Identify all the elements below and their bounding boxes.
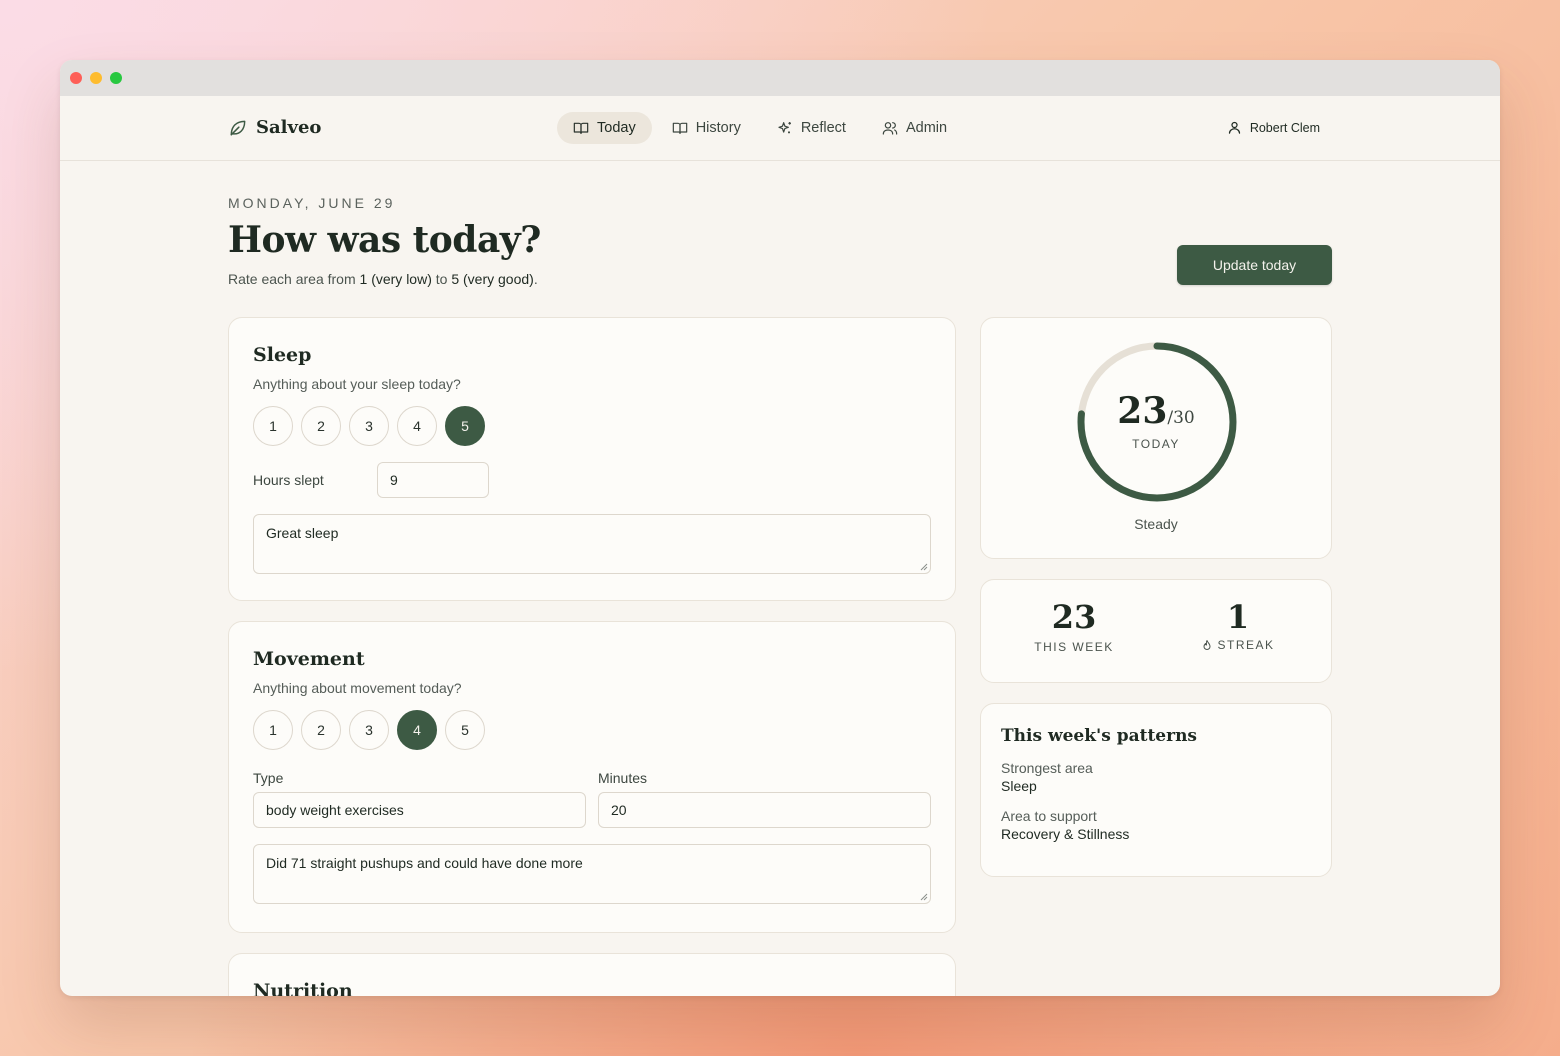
movement-rating-4[interactable]: 4 (397, 710, 437, 750)
nutrition-card: Nutrition (228, 953, 956, 996)
leaf-icon (230, 120, 246, 135)
resize-grip-icon[interactable] (920, 563, 928, 571)
page-subtitle: Rate each area from 1 (very low) to 5 (v… (228, 271, 1332, 287)
movement-type-label: Type (253, 770, 284, 786)
nav-tab-admin[interactable]: Admin (866, 112, 963, 144)
score-status: Steady (1134, 516, 1178, 532)
update-today-button[interactable]: Update today (1177, 245, 1332, 285)
nav-tab-label: Admin (905, 120, 948, 136)
sleep-rating-5[interactable]: 5 (445, 406, 485, 446)
scale-low-label: 1 (very low) (359, 271, 432, 287)
sleep-note-text: Great sleep (266, 525, 339, 541)
score-max: /30 (1167, 408, 1195, 428)
movement-rating-5[interactable]: 5 (445, 710, 485, 750)
movement-card: Movement Anything about movement today? … (228, 621, 956, 933)
movement-minutes-label: Minutes (598, 770, 648, 786)
maximize-window-button[interactable] (110, 72, 122, 84)
streak-label-row: STREAK (1163, 638, 1313, 652)
weekly-patterns-card: This week's patterns Strongest area Slee… (980, 703, 1332, 877)
sparkles-icon (778, 122, 791, 134)
movement-type-input[interactable]: body weight exercises (253, 792, 586, 828)
score-label: TODAY (1132, 437, 1180, 451)
resize-grip-icon[interactable] (920, 893, 928, 901)
subtitle-text: to (431, 271, 452, 287)
book-open-icon (573, 122, 589, 134)
strongest-area-value: Sleep (1001, 778, 1037, 794)
window-titlebar (60, 60, 1500, 96)
movement-title: Movement (253, 648, 365, 670)
sleep-title: Sleep (253, 344, 312, 366)
close-window-button[interactable] (70, 72, 82, 84)
sleep-rating-2[interactable]: 2 (301, 406, 341, 446)
nav-tab-label: Reflect (800, 120, 846, 136)
movement-note-textarea[interactable]: Did 71 straight pushups and could have d… (253, 844, 931, 904)
user-menu[interactable]: Robert Clem (1227, 120, 1320, 135)
sleep-rating-1[interactable]: 1 (253, 406, 293, 446)
nav-tab-label: History (695, 120, 741, 136)
week-score-value: 23 (1051, 598, 1097, 636)
nav-tab-label: Today (597, 120, 636, 136)
minimize-window-button[interactable] (90, 72, 102, 84)
sleep-rating-group: 1 2 3 4 5 (253, 406, 931, 446)
top-navigation: Salveo Today History Reflect Admin Rober… (60, 96, 1500, 161)
streak-value: 1 (1226, 598, 1250, 636)
movement-rating-1[interactable]: 1 (253, 710, 293, 750)
sleep-rating-4[interactable]: 4 (397, 406, 437, 446)
movement-note-text: Did 71 straight pushups and could have d… (266, 855, 583, 871)
user-icon (1228, 121, 1240, 134)
sleep-note-textarea[interactable]: Great sleep (253, 514, 931, 574)
brand-logo[interactable]: Salveo (228, 117, 321, 138)
sleep-prompt: Anything about your sleep today? (253, 376, 461, 392)
book-open-icon (672, 122, 687, 134)
users-icon (882, 122, 898, 135)
movement-rating-group: 1 2 3 4 5 (253, 710, 931, 750)
brand-name: Salveo (256, 117, 322, 138)
support-area-label: Area to support (1001, 808, 1097, 824)
patterns-title: This week's patterns (1001, 726, 1198, 746)
app-window: Salveo Today History Reflect Admin Rober… (60, 60, 1500, 996)
stats-card: 23 THIS WEEK 1 STREAK (980, 579, 1332, 683)
streak-label: STREAK (1217, 638, 1275, 652)
user-name: Robert Clem (1249, 120, 1320, 135)
scale-high-label: 5 (very good) (451, 271, 534, 287)
score-value: 23 (1117, 390, 1168, 432)
subtitle-text: Rate each area from (228, 271, 360, 287)
page-title: How was today? (228, 219, 541, 261)
flame-icon (1203, 639, 1211, 650)
nav-tab-history[interactable]: History (656, 112, 757, 144)
movement-rating-3[interactable]: 3 (349, 710, 389, 750)
nutrition-title: Nutrition (253, 980, 353, 996)
movement-rating-2[interactable]: 2 (301, 710, 341, 750)
hours-slept-input[interactable]: 9 (377, 462, 489, 498)
main-content: MONDAY, JUNE 29 How was today? Rate each… (228, 161, 1332, 996)
sleep-card: Sleep Anything about your sleep today? 1… (228, 317, 956, 601)
nav-tab-reflect[interactable]: Reflect (761, 112, 862, 144)
nav-tab-today[interactable]: Today (557, 112, 652, 144)
movement-prompt: Anything about movement today? (253, 680, 462, 696)
movement-minutes-input[interactable]: 20 (598, 792, 931, 828)
current-date: MONDAY, JUNE 29 (228, 195, 396, 211)
week-score-label: THIS WEEK (1034, 640, 1114, 654)
strongest-area-label: Strongest area (1001, 760, 1093, 776)
support-area-value: Recovery & Stillness (1001, 826, 1130, 842)
sleep-rating-3[interactable]: 3 (349, 406, 389, 446)
daily-score-card: 23/30 TODAY Steady (980, 317, 1332, 559)
main-nav-tabs: Today History Reflect Admin (557, 112, 963, 144)
subtitle-text: . (533, 271, 538, 287)
hours-slept-label: Hours slept (253, 472, 324, 488)
